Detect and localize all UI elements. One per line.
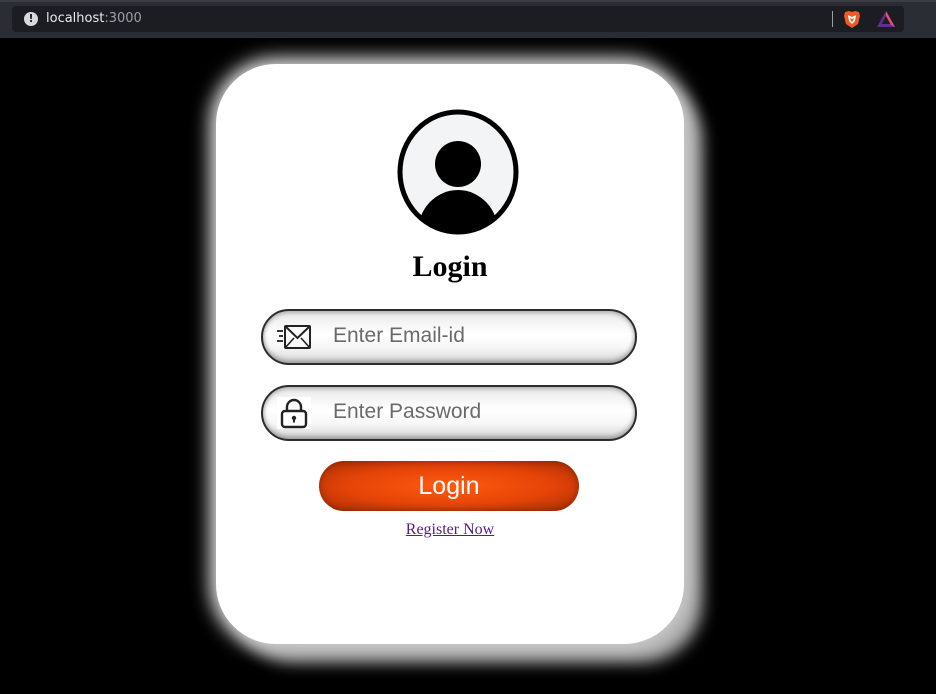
- page-title: Login: [412, 250, 488, 283]
- email-input[interactable]: [333, 319, 623, 353]
- url-host: localhost: [46, 11, 105, 26]
- browser-toolbar: ! localhost:3000: [0, 0, 936, 38]
- password-field[interactable]: [261, 385, 637, 441]
- tab-strip: [0, 0, 936, 2]
- address-bar[interactable]: ! localhost:3000: [12, 6, 904, 32]
- email-field[interactable]: [261, 309, 637, 365]
- address-divider: [832, 11, 833, 27]
- url-text[interactable]: localhost:3000: [46, 11, 142, 27]
- brave-rewards-icon[interactable]: [876, 10, 896, 28]
- user-avatar-icon: [397, 109, 519, 235]
- register-now-link[interactable]: Register Now: [406, 521, 494, 538]
- register-link-container: Register Now: [216, 521, 684, 539]
- login-card: Login Login Register Now: [216, 64, 684, 644]
- password-input[interactable]: [333, 395, 623, 429]
- lock-icon: [277, 397, 311, 429]
- envelope-icon: [277, 325, 311, 349]
- info-icon[interactable]: !: [24, 12, 38, 26]
- brave-lion-icon[interactable]: [842, 9, 862, 29]
- url-port: :3000: [104, 11, 142, 26]
- login-button[interactable]: Login: [319, 461, 579, 511]
